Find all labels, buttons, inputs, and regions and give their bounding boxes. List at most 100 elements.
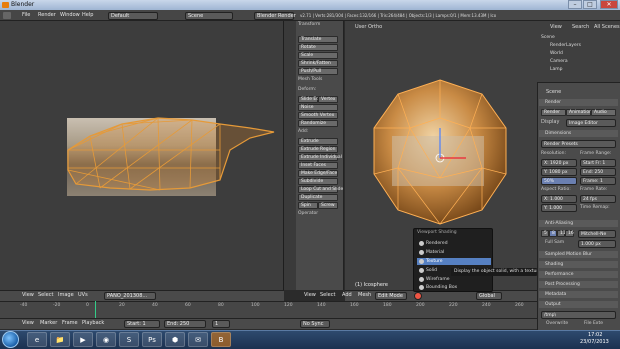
loop-cut-slide-button[interactable]: Loop Cut and Slide <box>298 186 343 193</box>
menu-file[interactable]: File <box>22 13 30 18</box>
render-engine-select[interactable]: Blender Render <box>254 12 296 20</box>
render-presets-select[interactable]: Render Presets <box>541 140 616 148</box>
shading-rendered[interactable]: Rendered <box>417 240 491 247</box>
translate-button[interactable]: Translate <box>298 36 338 43</box>
spin-button[interactable]: Spin <box>298 202 318 209</box>
shading-wireframe[interactable]: Wireframe <box>417 276 491 283</box>
outliner-row-renderlayers[interactable]: RenderLayers <box>550 43 581 49</box>
section-mesh-tools[interactable]: Mesh Tools <box>298 77 322 83</box>
menu-view-left[interactable]: View <box>22 293 34 298</box>
timeline-menu-marker[interactable]: Marker <box>40 321 57 326</box>
timeline-menu-view[interactable]: View <box>22 321 34 326</box>
display-select[interactable]: Image Editor <box>566 119 616 127</box>
taskbar-ie[interactable]: e <box>27 332 47 347</box>
minimize-button[interactable]: – <box>568 0 582 9</box>
editor-type-icon[interactable] <box>3 12 11 19</box>
taskbar-photoshop[interactable]: Ps <box>142 332 162 347</box>
shading-panel[interactable]: Shading <box>539 261 618 268</box>
performance-panel[interactable]: Performance <box>539 271 618 278</box>
post-processing-panel[interactable]: Post Processing <box>539 281 618 288</box>
render-button[interactable]: Render <box>541 109 566 116</box>
scene-select[interactable]: Scene <box>185 12 233 20</box>
slide-edge-button[interactable]: Slide Ed <box>298 96 319 103</box>
frame-step-field[interactable]: Frame: 1 <box>580 177 616 185</box>
aa-11[interactable]: 11 <box>557 230 566 237</box>
taskbar-explorer[interactable]: 📁 <box>50 332 70 347</box>
resolution-y-field[interactable]: Y: 1080 px <box>541 168 577 176</box>
push-pull-button[interactable]: Push/Pull <box>298 68 338 75</box>
overwrite-checkbox[interactable]: Overwrite <box>546 321 568 327</box>
render-panel[interactable]: Render <box>539 99 618 106</box>
screw-button[interactable]: Screw <box>318 202 338 209</box>
aa-5[interactable]: 5 <box>541 230 549 237</box>
aspect-x-field[interactable]: X: 1.000 <box>541 195 577 203</box>
animation-button[interactable]: Animation <box>566 109 592 116</box>
resolution-x-field[interactable]: X: 1920 px <box>541 159 577 167</box>
menu-view-right[interactable]: View <box>304 293 316 298</box>
menu-render[interactable]: Render <box>38 13 56 18</box>
menu-mesh-right[interactable]: Mesh <box>358 293 371 298</box>
start-frame-timeline[interactable]: Start: 1 <box>124 320 160 328</box>
menu-image-left[interactable]: Image <box>58 293 74 298</box>
frame-rate-select[interactable]: 24 fps <box>580 195 616 203</box>
taskbar-chrome[interactable]: ◉ <box>96 332 116 347</box>
screen-layout-select[interactable]: Default <box>108 12 158 20</box>
extrude-region-button[interactable]: Extrude Region <box>298 146 338 153</box>
dimensions-panel[interactable]: Dimensions <box>539 130 618 137</box>
clock-date[interactable]: 23/07/2013 <box>580 340 609 345</box>
outliner-search-menu[interactable]: Search <box>572 25 589 30</box>
taskbar-blender[interactable]: B <box>211 332 231 347</box>
inset-faces-button[interactable]: Inset Faces <box>298 162 338 169</box>
scale-button[interactable]: Scale <box>298 52 338 59</box>
pivot-select[interactable]: Global <box>476 292 502 300</box>
menu-uvs-left[interactable]: UVs <box>78 293 88 298</box>
shading-bounding-box[interactable]: Bounding Box <box>417 284 491 291</box>
mode-select[interactable]: Edit Mode <box>375 292 407 300</box>
start-frame-field[interactable]: Start Fr: 1 <box>580 159 616 167</box>
current-frame-field[interactable]: 1 <box>212 320 230 328</box>
aa-16[interactable]: 16 <box>565 230 574 237</box>
operator-panel[interactable]: Operator <box>298 211 318 217</box>
extrude-individual-button[interactable]: Extrude Individual <box>298 154 342 161</box>
sync-select[interactable]: No Sync <box>300 320 330 328</box>
smooth-vertex-button[interactable]: Smooth Vertex <box>298 112 338 119</box>
menu-help[interactable]: Help <box>82 13 93 18</box>
noise-button[interactable]: Noise <box>298 104 338 111</box>
outliner-row-camera[interactable]: Camera <box>550 59 568 65</box>
taskbar-app7[interactable]: ⬢ <box>165 332 185 347</box>
aa-8[interactable]: 8 <box>549 230 557 237</box>
outliner-row-scene[interactable]: Scene <box>541 35 555 41</box>
image-name-field[interactable]: PANO_201308... <box>104 292 156 300</box>
current-frame-line[interactable] <box>95 301 96 318</box>
outliner-filter-select[interactable]: All Scenes <box>594 25 620 30</box>
section-transform[interactable]: Transform <box>298 22 320 28</box>
output-path-field[interactable]: /tmp\ <box>541 311 616 319</box>
randomize-button[interactable]: Randomize <box>298 120 338 127</box>
maximize-button[interactable]: □ <box>583 0 597 9</box>
timeline-menu-frame[interactable]: Frame <box>62 321 78 326</box>
menu-select-left[interactable]: Select <box>38 293 53 298</box>
viewport-shading-icon[interactable] <box>414 292 422 300</box>
aa-filter-select[interactable]: Mitchell-Ne <box>578 230 616 238</box>
duplicate-button[interactable]: Duplicate <box>298 194 338 201</box>
resolution-percent-slider[interactable]: 50% <box>541 177 577 185</box>
outliner-row-world[interactable]: World <box>550 51 563 57</box>
output-panel[interactable]: Output <box>539 301 618 308</box>
end-frame-field[interactable]: End: 250 <box>580 168 616 176</box>
make-edge-face-button[interactable]: Make Edge/Face <box>298 170 338 177</box>
outliner-row-lamp[interactable]: Lamp <box>550 67 563 73</box>
anti-aliasing-panel[interactable]: Anti-Aliasing <box>539 220 618 227</box>
extrude-button[interactable]: Extrude <box>298 138 338 145</box>
taskbar-mail[interactable]: ✉ <box>188 332 208 347</box>
menu-select-right[interactable]: Select <box>320 293 335 298</box>
shading-material[interactable]: Material <box>417 249 491 256</box>
aspect-y-field[interactable]: Y: 1.000 <box>541 204 577 212</box>
metadata-panel[interactable]: Metadata <box>539 291 618 298</box>
clock-time[interactable]: 17:02 <box>588 333 602 338</box>
timeline-menu-playback[interactable]: Playback <box>82 321 104 326</box>
subdivide-button[interactable]: Subdivide <box>298 178 338 185</box>
close-button[interactable]: ✕ <box>600 0 618 9</box>
shrink-fatten-button[interactable]: Shrink/Fatten <box>298 60 338 67</box>
file-extensions-checkbox[interactable]: File Exte <box>584 321 603 327</box>
audio-button[interactable]: Audio <box>591 109 616 116</box>
